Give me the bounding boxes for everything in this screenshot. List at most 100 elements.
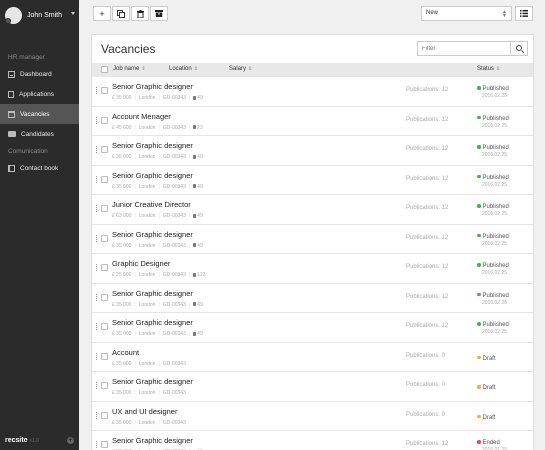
job-title[interactable]: Senior Graphic designer: [112, 436, 193, 445]
drag-handle-icon[interactable]: [96, 116, 97, 124]
add-icon[interactable]: +: [67, 437, 74, 444]
sidebar-item-candidates[interactable]: Candidates: [0, 124, 79, 144]
archive-button[interactable]: [150, 6, 168, 21]
status-select[interactable]: New ▲ ▼: [421, 6, 512, 21]
status-badge: Published 2016.02.25: [477, 83, 509, 99]
row-checkbox[interactable]: [101, 352, 108, 360]
row-checkbox[interactable]: [101, 175, 108, 183]
list-view-button[interactable]: [515, 6, 533, 21]
status-label: Published: [482, 86, 509, 92]
candidate-count: 49: [193, 154, 203, 160]
person-icon: [193, 154, 197, 159]
job-title[interactable]: Junior Creative Director: [112, 200, 191, 209]
drag-handle-icon[interactable]: [96, 146, 97, 153]
drag-handle-icon[interactable]: [96, 264, 97, 271]
row-checkbox[interactable]: [101, 205, 108, 212]
separator: |: [188, 213, 191, 219]
separator: |: [134, 272, 136, 278]
avatar-status-dot: [5, 17, 11, 24]
add-button[interactable]: +: [93, 6, 111, 21]
drag-handle-icon[interactable]: [96, 234, 97, 242]
job-title[interactable]: Senior Graphic designer: [112, 82, 193, 91]
header-job-name[interactable]: Job name ⇕: [113, 66, 146, 72]
vacancies-card: Vacancies Job name⇕ Location⇕ Salary⇕ St…: [91, 34, 534, 450]
drag-handle-icon[interactable]: [96, 352, 97, 360]
table-row[interactable]: Account £ 35 000|London|GD-00343| Public…: [92, 343, 533, 372]
header-salary[interactable]: Salary ⇕: [229, 66, 252, 72]
table-row[interactable]: UX and UI designer £ 35 000 | London | GD-00…: [92, 402, 533, 431]
drag-handle-icon[interactable]: [96, 382, 97, 389]
table-row[interactable]: Senior Graphic designer £ 35 000|London|…: [92, 77, 533, 107]
brand-version: v1.0: [29, 438, 40, 444]
drag-handle-icon[interactable]: [96, 87, 97, 94]
job-salary: £ 35 000: [112, 242, 132, 249]
copy-icon: [117, 9, 125, 18]
job-title[interactable]: Senior Graphic designer: [112, 377, 193, 386]
drag-handle-icon[interactable]: [96, 293, 97, 301]
row-checkbox[interactable]: [101, 382, 108, 389]
job-title[interactable]: Senior Graphic designer: [112, 141, 193, 150]
status-badge: Published 2016.02.25: [477, 231, 509, 247]
header-location[interactable]: Location ⇕: [169, 66, 198, 72]
person-icon: [193, 302, 197, 306]
user-menu[interactable]: John Smith: [0, 0, 79, 30]
select-all-checkbox[interactable]: [101, 66, 108, 73]
job-location: London: [138, 301, 156, 308]
search-button[interactable]: [510, 41, 528, 56]
sidebar-item-dashboard[interactable]: Dashboard: [0, 64, 79, 84]
table-row[interactable]: Graphic Designer £ 25 000 | London | GD-0034…: [92, 254, 533, 284]
page-title: Vacancies: [101, 42, 156, 56]
drag-handle-icon[interactable]: [96, 323, 97, 330]
row-checkbox[interactable]: [101, 234, 108, 242]
job-title[interactable]: Graphic Designer: [112, 259, 170, 268]
row-checkbox[interactable]: [101, 264, 108, 271]
table-row[interactable]: Senior Graphic designer £ 35 000|London|…: [92, 431, 533, 450]
row-checkbox[interactable]: [101, 441, 108, 448]
job-meta: £ 63 000 | London | GD-00343 | 49: [112, 213, 203, 219]
row-checkbox[interactable]: [101, 87, 108, 94]
sidebar-item-applications[interactable]: Applications: [0, 84, 79, 104]
job-title[interactable]: UX and UI designer: [112, 407, 177, 416]
table-row[interactable]: Senior Graphic designer £ 35 000|London|…: [92, 284, 533, 313]
copy-button[interactable]: [112, 6, 130, 21]
table-row[interactable]: Senior Graphic designer £ 35 000|London|…: [92, 225, 533, 254]
table-row[interactable]: Senior Graphic designer £ 35 000|London|…: [92, 136, 533, 166]
row-checkbox[interactable]: [101, 411, 108, 419]
job-title[interactable]: Senior Graphic designer: [112, 318, 193, 327]
job-location: London: [138, 390, 156, 396]
drag-handle-icon[interactable]: [96, 175, 97, 183]
section-label-communication: Comunication: [8, 148, 48, 155]
table-row[interactable]: Senior Graphic designer £ 35 000|London|…: [92, 166, 533, 195]
chevron-down-icon[interactable]: [71, 12, 75, 15]
separator: |: [158, 242, 160, 249]
job-title[interactable]: Senior Graphic designer: [112, 230, 193, 239]
drag-handle-icon[interactable]: [96, 441, 97, 448]
table-row[interactable]: Junior Creative Director £ 63 000 | London…: [92, 195, 533, 225]
job-title[interactable]: Account: [112, 348, 139, 357]
person-icon: [193, 272, 197, 277]
row-checkbox[interactable]: [101, 293, 108, 301]
job-salary: £ 35 000: [112, 360, 132, 367]
row-checkbox[interactable]: [101, 323, 108, 330]
row-checkbox[interactable]: [101, 146, 108, 153]
delete-button[interactable]: [131, 6, 149, 21]
header-status[interactable]: Status ⇕: [477, 66, 500, 72]
job-title[interactable]: Account Menager: [112, 112, 171, 121]
job-title[interactable]: Senior Graphic designer: [112, 289, 193, 298]
drag-handle-icon[interactable]: [96, 205, 97, 212]
table-row[interactable]: Senior Graphic designer £ 35 000|London|…: [92, 313, 533, 343]
job-location: London: [138, 360, 156, 367]
job-code: GD-00343: [162, 419, 186, 426]
status-label: Published: [482, 204, 509, 210]
sidebar-item-vacancies[interactable]: Vacancies: [0, 104, 79, 124]
job-title[interactable]: Senior Graphic designer: [112, 171, 193, 180]
sidebar-item-contact-book[interactable]: Contact book: [0, 158, 79, 178]
table-row[interactable]: Account Menager £ 45 000 | London | GD-00343…: [92, 107, 533, 136]
table-row[interactable]: Senior Graphic designer £ 35 000|London|…: [92, 372, 533, 402]
filter-input[interactable]: [417, 41, 511, 56]
job-meta: £ 35 000|London|GD-00343|49: [112, 243, 203, 249]
publications-count: Publications: 12: [406, 146, 449, 152]
search-icon: [515, 45, 522, 51]
drag-handle-icon[interactable]: [96, 411, 97, 419]
row-checkbox[interactable]: [101, 116, 108, 124]
